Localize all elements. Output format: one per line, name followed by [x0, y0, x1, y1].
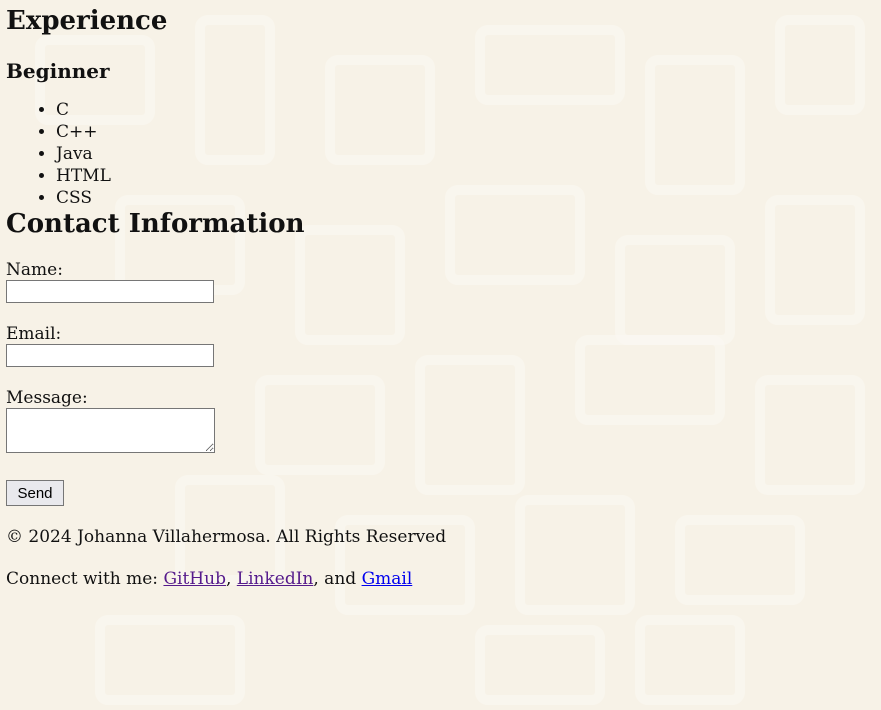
message-field[interactable] — [6, 408, 215, 454]
connect-prefix: Connect with me: — [6, 569, 164, 590]
email-field[interactable] — [6, 344, 214, 368]
list-item: Java — [56, 143, 875, 165]
list-item: CSS — [56, 187, 875, 209]
link-separator: , — [225, 569, 237, 590]
experience-section: Experience Beginner C C++ Java HTML CSS — [6, 6, 875, 209]
copyright-text: © 2024 Johanna Villahermosa. All Rights … — [6, 527, 447, 548]
contact-form: Name: Email: Message: Send — [6, 260, 875, 507]
link-separator: , and — [313, 569, 362, 590]
skills-list: C C++ Java HTML CSS — [6, 99, 875, 209]
contact-section: Contact Information Name: Email: Message… — [6, 209, 875, 507]
linkedin-link[interactable]: LinkedIn — [237, 569, 314, 589]
gmail-link[interactable]: Gmail — [362, 569, 413, 589]
email-label: Email: — [6, 324, 62, 345]
list-item: C — [56, 99, 875, 121]
name-field[interactable] — [6, 280, 214, 304]
skill-level-title: Beginner — [6, 59, 110, 84]
list-item: C++ — [56, 121, 875, 143]
github-link[interactable]: GitHub — [163, 569, 226, 589]
contact-title: Contact Information — [6, 209, 305, 240]
send-button[interactable]: Send — [6, 480, 64, 507]
page-content: Experience Beginner C C++ Java HTML CSS … — [0, 0, 881, 590]
name-label: Name: — [6, 260, 63, 281]
connect-line: Connect with me: GitHub, LinkedIn, and G… — [6, 568, 875, 590]
list-item: HTML — [56, 165, 875, 187]
experience-title: Experience — [6, 6, 168, 36]
message-label: Message: — [6, 388, 88, 409]
footer: © 2024 Johanna Villahermosa. All Rights … — [6, 526, 875, 590]
